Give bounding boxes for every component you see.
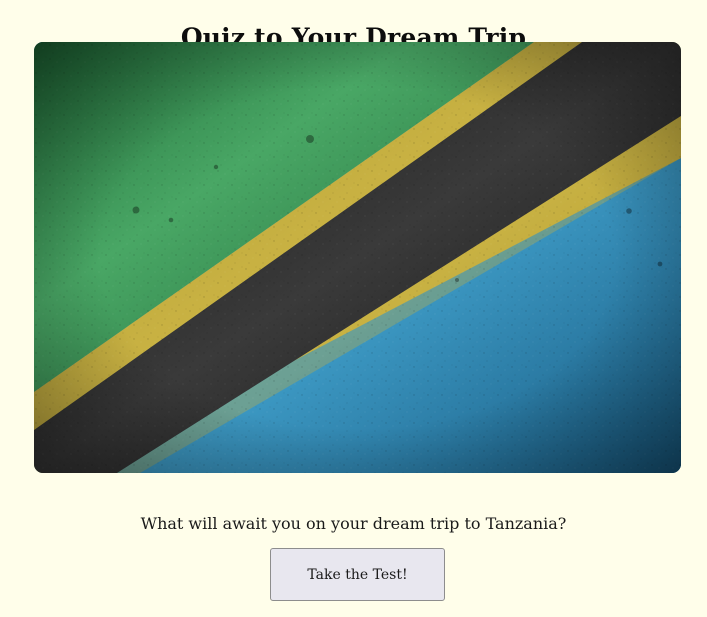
quiz-question-text: What will await you on your dream trip t… bbox=[140, 514, 567, 533]
quiz-landing-page: Quiz to Your Dream Trip What will await … bbox=[0, 0, 707, 617]
take-test-button[interactable]: Take the Test! bbox=[270, 548, 445, 601]
tanzania-flag-graphic bbox=[34, 42, 681, 473]
hero-image-tanzania-flag bbox=[34, 42, 681, 473]
